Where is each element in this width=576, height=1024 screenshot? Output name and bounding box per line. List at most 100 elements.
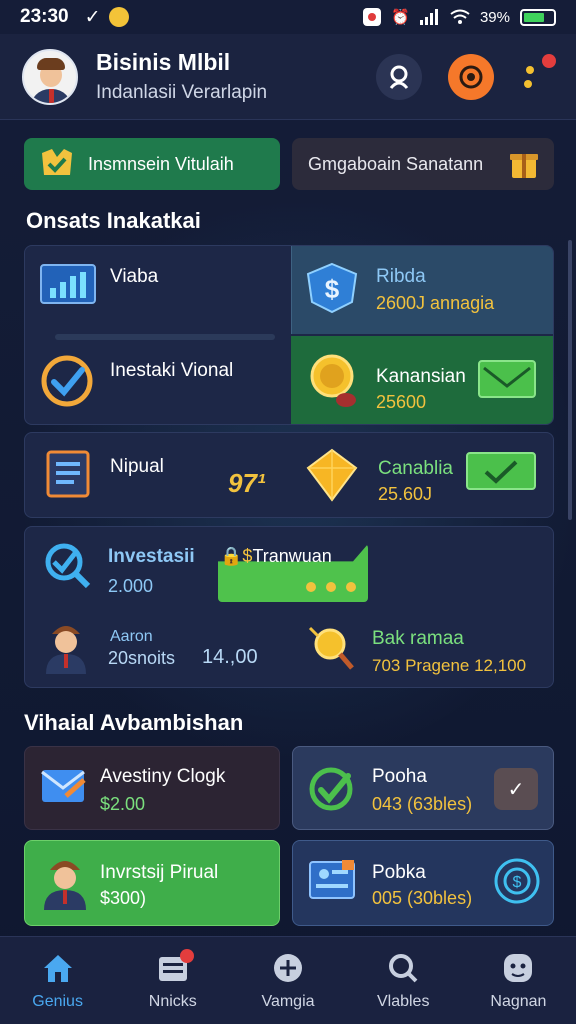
card-bak-title: Bak ramaa <box>372 628 464 649</box>
check-icon <box>484 460 518 484</box>
card-canablia-sub: 25.60J <box>378 484 433 504</box>
status-bar: 23:30 ✓ ⏰ 39% <box>0 0 576 34</box>
check-icon: ✓ <box>84 6 101 28</box>
signal-icon <box>419 9 438 25</box>
app-header: Bisinis Mlbil Indanlasii Verarlapin <box>0 34 576 120</box>
battery-percent: 39% <box>479 8 510 26</box>
item1-sub: $2.00 <box>100 794 146 814</box>
device-icon <box>308 858 360 913</box>
profile-icon <box>501 951 535 985</box>
nav-label: Genius <box>32 992 83 1010</box>
gold-coin-icon <box>306 350 362 417</box>
confirm-canablia-button[interactable] <box>466 452 536 490</box>
card-aaron-sub: 20snoits <box>108 648 176 668</box>
card-canablia-title: Canablia <box>378 458 453 479</box>
more-button[interactable] <box>520 53 556 100</box>
item4-sub: 005 (30bles) <box>372 888 473 908</box>
lock-icon: 🔒 <box>220 546 243 566</box>
card-bak-sub: 703 Pragene 12,100 <box>372 656 527 675</box>
plus-circle-icon <box>271 951 305 985</box>
badge-star-icon <box>42 149 72 175</box>
card-investasii-sub: 2.000 <box>108 576 154 596</box>
card-ribda-sub: 2600J annagia <box>376 293 495 313</box>
savings-button[interactable]: Gmgaboain Sanatann <box>292 138 554 190</box>
item2-title: Pooha <box>372 766 427 787</box>
card-viaba-title: Viaba <box>110 266 159 287</box>
nav-item-add[interactable]: Vamgia <box>230 937 345 1024</box>
virtual-investment-button[interactable]: Insmnsein Vitulaih <box>24 138 280 190</box>
scrollbar[interactable] <box>568 240 572 520</box>
check-circle-icon <box>40 354 94 413</box>
person-icon <box>42 854 88 915</box>
chart-icon <box>40 264 96 313</box>
gold-key-icon <box>306 624 358 677</box>
item2-sub: 043 (63bles) <box>372 794 473 814</box>
nav-item-profile[interactable]: Nagnan <box>461 937 576 1024</box>
gold-gem-icon <box>302 446 362 509</box>
dollar-shield-icon: $ <box>304 262 360 319</box>
svg-text:$: $ <box>325 274 340 304</box>
nav-label: Vamgia <box>261 992 315 1010</box>
overview-panel <box>24 245 554 425</box>
confirm-envelope-button[interactable] <box>478 360 536 398</box>
home-icon <box>41 951 75 985</box>
card-investasii-title: Investasii <box>108 546 195 567</box>
alarm-icon: ⏰ <box>391 9 410 26</box>
progress-dots <box>306 582 356 592</box>
envelope-icon <box>40 766 88 813</box>
card-nipual-title: Nipual <box>110 456 164 477</box>
card-ribda-title: Ribda <box>376 266 426 287</box>
person-icon <box>44 620 88 679</box>
battery-icon <box>520 8 556 26</box>
item3-title: Invrstsij Pirual <box>100 862 219 883</box>
nav-item-search[interactable]: Vlables <box>346 937 461 1024</box>
item2-check-button[interactable]: ✓ <box>494 768 538 810</box>
check-badge-icon <box>308 764 358 819</box>
nav-label: Vlables <box>376 992 430 1010</box>
target-icon <box>459 65 483 88</box>
notification-icon <box>363 8 382 26</box>
emoji-icon <box>108 7 129 27</box>
document-icon <box>46 450 92 505</box>
svg-text:$: $ <box>513 874 522 891</box>
item3-sub: $300) <box>100 888 147 908</box>
card-invest-title: Inestaki Vional <box>110 360 234 381</box>
notification-badge <box>179 948 194 963</box>
more-dot-icon <box>524 79 532 88</box>
avatar[interactable] <box>22 48 78 105</box>
inbox-icon <box>156 948 194 985</box>
notification-badge <box>542 53 556 68</box>
item1-title: Avestiny Clogk <box>100 766 226 787</box>
card-aaron-title: Aaron <box>110 628 153 645</box>
card-kanansian-title: Kanansian <box>376 366 466 387</box>
virtual-investment-label: Insmnsein Vitulaih <box>88 153 234 174</box>
nav-item-messages[interactable]: Nnicks <box>115 937 230 1024</box>
more-dot-icon <box>526 65 534 74</box>
page-subtitle: Indanlasii Verarlapin <box>96 82 268 103</box>
envelope-check-icon <box>483 366 531 388</box>
card-aaron-value: 14.,00 <box>202 646 258 668</box>
target-button[interactable] <box>448 53 494 100</box>
bottom-nav: Genius Nnicks Vamgia Vlables Nagnan <box>0 936 576 1024</box>
nav-item-home[interactable]: Genius <box>0 937 115 1024</box>
wifi-icon <box>450 9 470 24</box>
item4-title: Pobka <box>372 862 426 883</box>
section-title-overview: Onsats Inakatkai <box>26 208 201 233</box>
search-icon <box>389 65 409 89</box>
section-title-virtual: Vihaial Avbambishan <box>24 710 244 735</box>
card-kanansian-sub: 25600 <box>376 392 427 412</box>
target-icon[interactable]: $ <box>492 856 542 911</box>
nav-label: Nnicks <box>148 992 197 1010</box>
magnify-check-icon <box>42 542 96 593</box>
divider <box>55 334 275 340</box>
gift-icon <box>510 154 538 178</box>
search-icon <box>386 951 420 985</box>
page-title: Bisinis Mlbil <box>96 49 231 75</box>
savings-label: Gmgaboain Sanatann <box>308 153 484 174</box>
transfer-label: Tranwuan <box>252 546 332 566</box>
transfer-label-row: 🔒$Tranwuan <box>220 546 332 566</box>
card-nipual-value: 97¹ <box>228 468 266 498</box>
check-icon: ✓ <box>507 778 525 801</box>
clock: 23:30 <box>20 6 69 27</box>
search-button[interactable] <box>376 53 422 100</box>
